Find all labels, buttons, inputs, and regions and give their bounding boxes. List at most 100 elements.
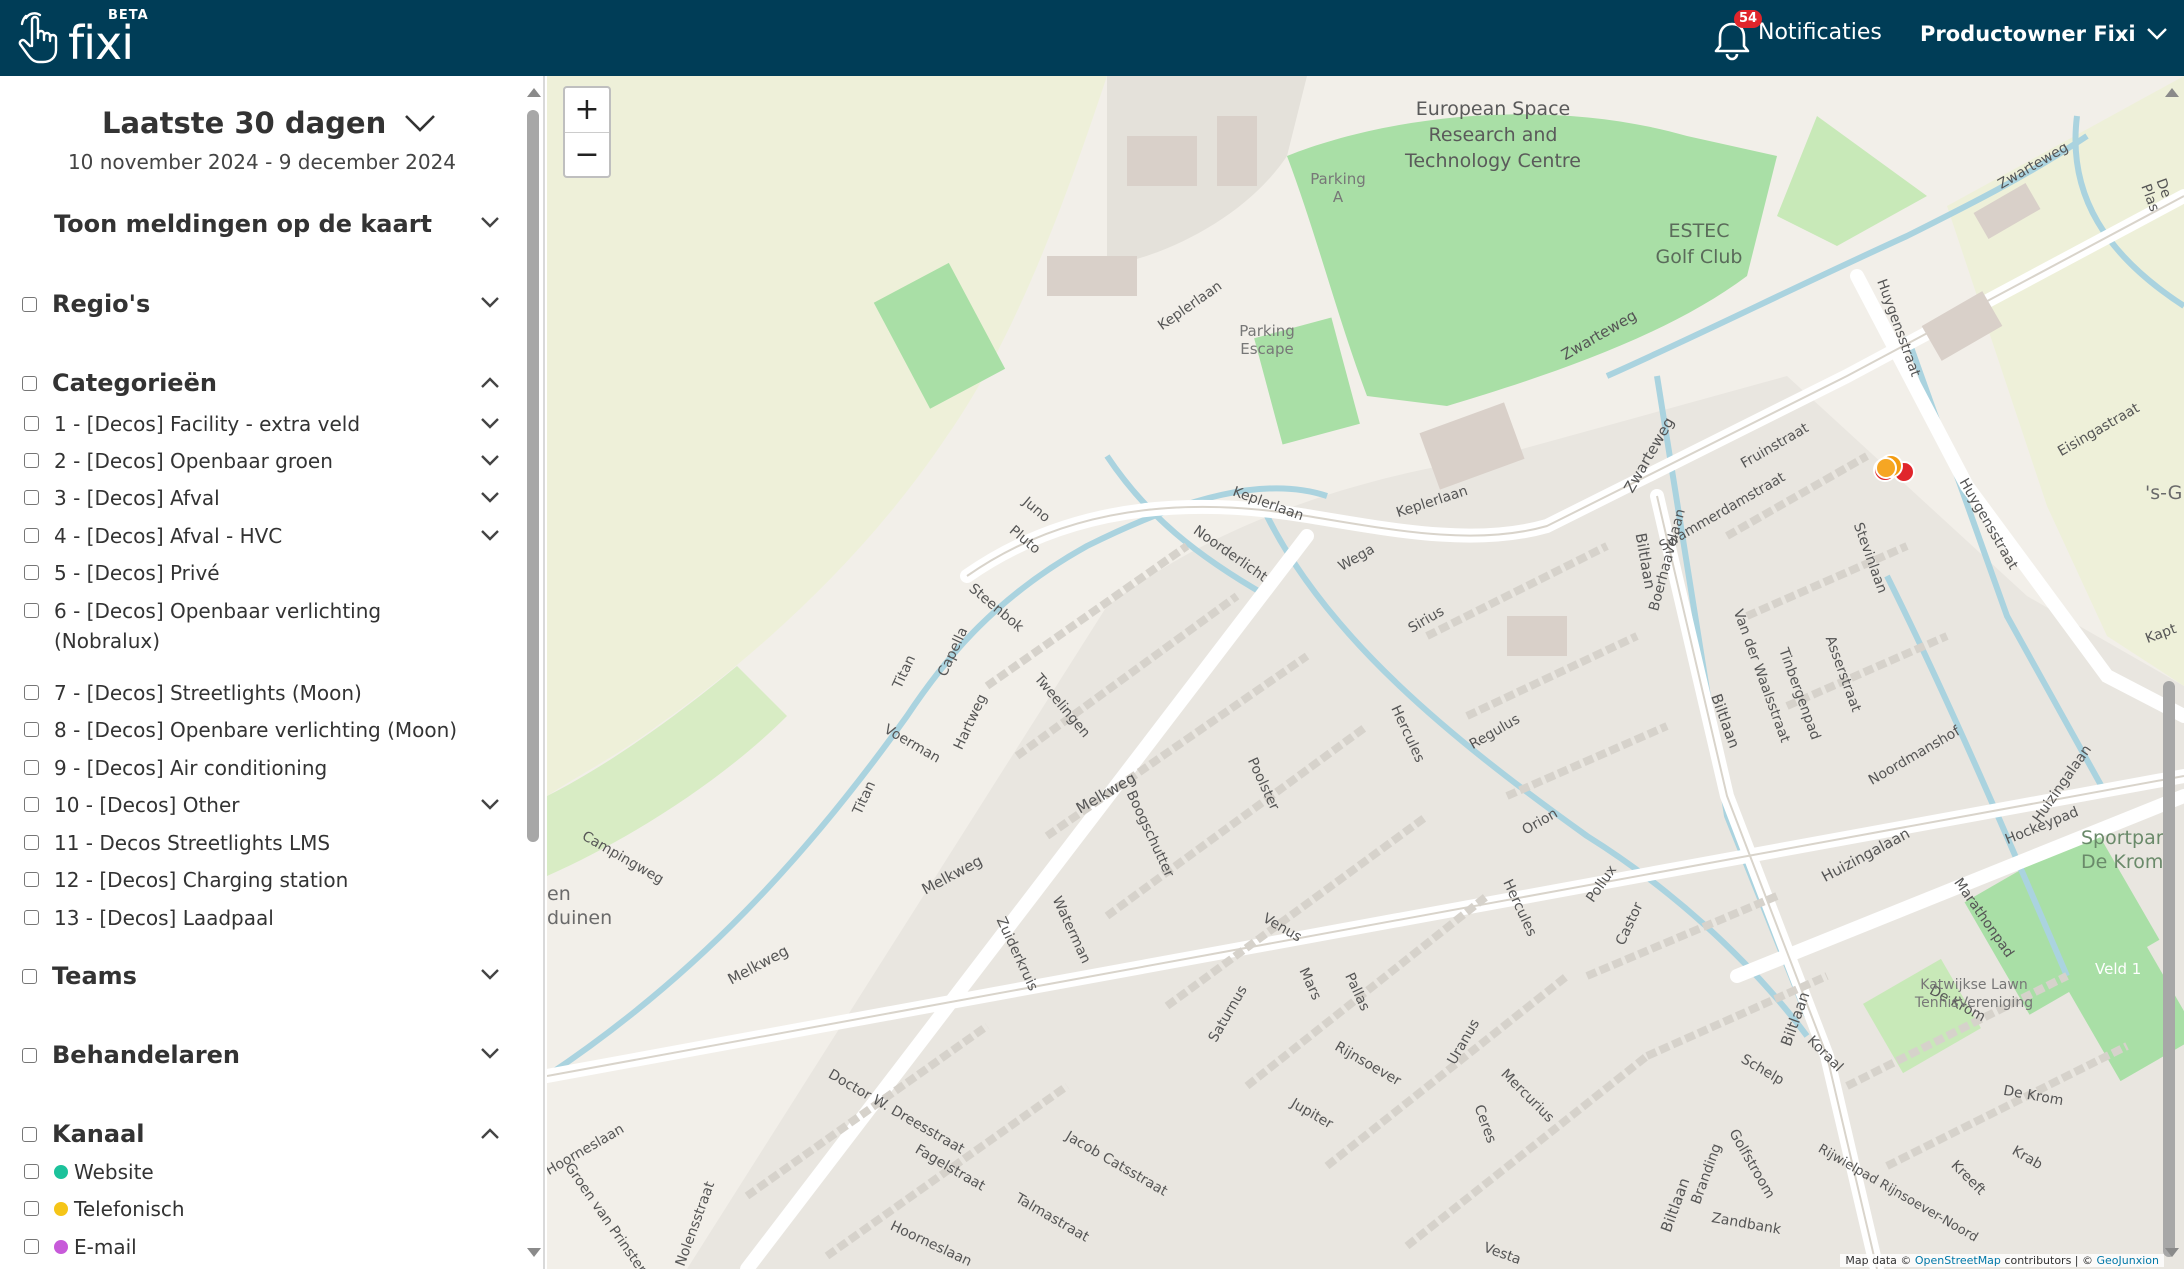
category-item[interactable]: 7 - [Decos] Streetlights (Moon) bbox=[24, 678, 500, 708]
map-label-golfstroom: Golfstroom bbox=[1725, 1126, 1778, 1202]
zoom-in-button[interactable]: + bbox=[565, 88, 609, 132]
map-scroll-up-arrow-icon[interactable] bbox=[2165, 88, 2179, 97]
top-bar: BETA fixi 54 Notificaties Productowner F… bbox=[0, 0, 2184, 76]
map-label-biltlaan-4: Biltlaan bbox=[1657, 1175, 1694, 1235]
category-checkbox[interactable] bbox=[24, 528, 39, 543]
map-scroll-thumb[interactable] bbox=[2163, 681, 2175, 1257]
chevron-down-icon[interactable] bbox=[480, 491, 500, 505]
map-label-jupiter: Jupiter bbox=[1288, 1095, 1336, 1133]
period-selector[interactable]: Laatste 30 dagen bbox=[102, 106, 436, 140]
category-item[interactable]: 12 - [Decos] Charging station bbox=[24, 865, 500, 895]
category-label: 2 - [Decos] Openbaar groen bbox=[54, 449, 333, 473]
map-label-tweelingen: Tweelingen bbox=[1030, 671, 1094, 741]
map-label-biltlaan-2: Biltlaan bbox=[1707, 691, 1744, 751]
regions-checkbox[interactable] bbox=[22, 296, 37, 312]
notifications-button[interactable]: 54 Notificaties bbox=[1712, 10, 1882, 64]
category-item[interactable]: 5 - [Decos] Privé bbox=[24, 558, 500, 588]
category-item[interactable]: 9 - [Decos] Air conditioning bbox=[24, 753, 500, 783]
channel-item[interactable]: Website bbox=[24, 1157, 500, 1187]
channel-item-checkbox[interactable] bbox=[24, 1239, 39, 1254]
user-menu[interactable]: Productowner Fixi bbox=[1920, 22, 2168, 46]
chevron-down-icon[interactable] bbox=[480, 529, 500, 543]
channel-item-checkbox[interactable] bbox=[24, 1201, 39, 1216]
filter-sidebar: Laatste 30 dagen 10 november 2024 - 9 de… bbox=[0, 76, 545, 1269]
show-on-map-toggle[interactable]: Toon meldingen op de kaart bbox=[54, 210, 500, 238]
map-label-pollux: Pollux bbox=[1583, 862, 1621, 906]
map-labels: European Space Research and Technology C… bbox=[547, 76, 2184, 1269]
map-label-ceres: Ceres bbox=[1470, 1102, 1500, 1146]
category-checkbox[interactable] bbox=[24, 453, 39, 468]
zoom-out-button[interactable]: − bbox=[565, 132, 609, 176]
category-checkbox[interactable] bbox=[24, 565, 39, 580]
category-checkbox[interactable] bbox=[24, 835, 39, 850]
sidebar-scroll-thumb[interactable] bbox=[527, 110, 539, 842]
map-label-huygensstraat-2: Huygensstraat bbox=[1955, 475, 2021, 573]
handlers-section[interactable]: Behandelaren bbox=[22, 1041, 500, 1069]
map-label-titan-2: Titan bbox=[849, 778, 880, 818]
map-label-hoorneslaan-1: Hoorneslaan bbox=[887, 1218, 975, 1269]
channel-checkbox[interactable] bbox=[22, 1126, 37, 1142]
category-checkbox[interactable] bbox=[24, 416, 39, 431]
handlers-checkbox[interactable] bbox=[22, 1047, 37, 1063]
category-label: 6 - [Decos] Openbaar verlichting (Nobral… bbox=[54, 599, 382, 653]
category-item[interactable]: 13 - [Decos] Laadpaal bbox=[24, 903, 500, 933]
teams-label: Teams bbox=[52, 962, 137, 990]
category-item[interactable]: 8 - [Decos] Openbare verlichting (Moon) bbox=[24, 715, 500, 745]
category-item[interactable]: 11 - Decos Streetlights LMS bbox=[24, 828, 500, 858]
fixi-logo[interactable]: BETA fixi bbox=[14, 8, 148, 66]
categories-checkbox[interactable] bbox=[22, 375, 37, 391]
channel-item-checkbox[interactable] bbox=[24, 1164, 39, 1179]
map-view[interactable]: European Space Research and Technology C… bbox=[547, 76, 2184, 1269]
category-checkbox[interactable] bbox=[24, 872, 39, 887]
category-label: 12 - [Decos] Charging station bbox=[54, 868, 349, 892]
channel-section[interactable]: Kanaal bbox=[22, 1120, 500, 1148]
category-checkbox[interactable] bbox=[24, 910, 39, 925]
map-label-koraal: Koraal bbox=[1803, 1032, 1847, 1076]
teams-checkbox[interactable] bbox=[22, 968, 37, 984]
channel-item[interactable]: Telefonisch bbox=[24, 1194, 500, 1224]
map-label-parking-a: Parking A bbox=[1310, 170, 1366, 206]
category-item[interactable]: 2 - [Decos] Openbaar groen bbox=[24, 446, 500, 476]
scroll-up-arrow-icon[interactable] bbox=[527, 88, 541, 97]
handlers-label: Behandelaren bbox=[52, 1041, 241, 1069]
period-title: Laatste 30 dagen bbox=[102, 106, 387, 140]
category-item[interactable]: 1 - [Decos] Facility - extra veld bbox=[24, 409, 500, 439]
map-label-jacobcats: Jacob Catsstraat bbox=[1062, 1128, 1170, 1200]
map-attribution: Map data © OpenStreetMap contributors | … bbox=[1840, 1254, 2164, 1267]
map-label-zwarteweg-3: Zwarteweg bbox=[1995, 139, 2072, 193]
categories-section[interactable]: Categorieën bbox=[22, 369, 500, 397]
attribution-osm-link[interactable]: OpenStreetMap bbox=[1915, 1254, 2001, 1267]
category-checkbox[interactable] bbox=[24, 760, 39, 775]
category-label: 13 - [Decos] Laadpaal bbox=[54, 906, 274, 930]
regions-section[interactable]: Regio's bbox=[22, 290, 500, 318]
teams-section[interactable]: Teams bbox=[22, 962, 500, 990]
category-checkbox[interactable] bbox=[24, 603, 39, 618]
map-label-zandbank: Zandbank bbox=[1710, 1210, 1783, 1238]
attribution-geojunxion-link[interactable]: GeoJunxion bbox=[2097, 1254, 2159, 1267]
chevron-down-icon[interactable] bbox=[480, 798, 500, 812]
chevron-down-icon[interactable] bbox=[480, 417, 500, 431]
category-item[interactable]: 10 - [Decos] Other bbox=[24, 790, 500, 820]
channel-item[interactable]: E-mail bbox=[24, 1232, 500, 1262]
map-label-melkweg-2: Melkweg bbox=[918, 851, 986, 899]
map-label-campingweg: Campingweg bbox=[579, 828, 667, 888]
chevron-down-icon bbox=[481, 297, 499, 308]
chevron-down-icon[interactable] bbox=[480, 454, 500, 468]
map-label-kreeft: Kreeft bbox=[1947, 1157, 1989, 1199]
scroll-down-arrow-icon[interactable] bbox=[527, 1248, 541, 1257]
map-label-de-plas: De Plas bbox=[2137, 176, 2175, 214]
category-checkbox[interactable] bbox=[24, 490, 39, 505]
category-checkbox[interactable] bbox=[24, 722, 39, 737]
map-label-sirius: Sirius bbox=[1405, 603, 1448, 637]
map-scroll-down-arrow-icon[interactable] bbox=[2165, 1248, 2179, 1257]
category-checkbox[interactable] bbox=[24, 797, 39, 812]
map-label-marathonpad: Marathonpad bbox=[1950, 875, 2017, 961]
category-item[interactable]: 4 - [Decos] Afval - HVC bbox=[24, 521, 500, 551]
map-label-poolster: Poolster bbox=[1243, 755, 1283, 813]
category-item[interactable]: 3 - [Decos] Afval bbox=[24, 483, 500, 513]
channel-item-label: Website bbox=[74, 1160, 154, 1184]
category-item[interactable]: 6 - [Decos] Openbaar verlichting (Nobral… bbox=[24, 596, 424, 656]
map-label-mars: Mars bbox=[1295, 965, 1325, 1003]
map-label-eisingastraat: Eisingastraat bbox=[2055, 400, 2143, 460]
category-checkbox[interactable] bbox=[24, 685, 39, 700]
